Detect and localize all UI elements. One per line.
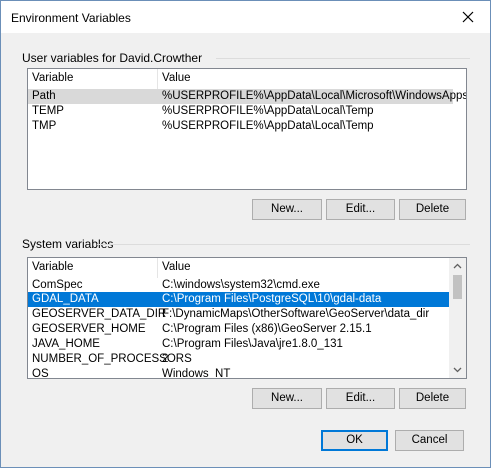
variable-cell: OS xyxy=(32,368,49,379)
close-icon[interactable] xyxy=(458,7,478,27)
table-row[interactable]: GEOSERVER_HOME C:\Program Files (x86)\Ge… xyxy=(28,322,449,337)
column-header-value[interactable]: Value xyxy=(162,72,191,84)
column-separator[interactable] xyxy=(157,258,158,278)
value-cell: Windows_NT xyxy=(162,368,231,379)
variable-cell: TEMP xyxy=(32,105,64,117)
table-row[interactable]: TEMP %USERPROFILE%\AppData\Local\Temp xyxy=(28,104,453,119)
environment-variables-dialog: Environment Variables User variables for… xyxy=(0,0,491,468)
scroll-up-arrow-icon[interactable] xyxy=(449,258,466,275)
value-cell: %USERPROFILE%\AppData\Local\Temp xyxy=(162,105,374,117)
list-header: Variable Value xyxy=(28,258,466,278)
user-delete-button[interactable]: Delete xyxy=(399,199,466,220)
system-variables-list[interactable]: Variable Value ComSpec C:\windows\system… xyxy=(27,257,467,379)
user-variables-label: User variables for David.Crowther xyxy=(22,51,203,65)
variable-cell: TMP xyxy=(32,120,57,132)
cancel-button[interactable]: Cancel xyxy=(395,430,464,451)
variable-cell: Path xyxy=(32,90,56,102)
variable-cell: GDAL_DATA xyxy=(32,293,99,305)
user-edit-button[interactable]: Edit... xyxy=(326,199,395,220)
column-header-value[interactable]: Value xyxy=(162,261,191,273)
table-row[interactable]: OS Windows_NT xyxy=(28,367,449,379)
system-delete-button[interactable]: Delete xyxy=(399,388,466,409)
list-header: Variable Value xyxy=(28,69,466,89)
system-edit-button[interactable]: Edit... xyxy=(326,388,395,409)
value-cell: C:\Program Files\PostgreSQL\10\gdal-data xyxy=(162,293,382,305)
value-cell: C:\Program Files (x86)\GeoServer 2.15.1 xyxy=(162,323,372,335)
ok-button[interactable]: OK xyxy=(321,430,388,451)
table-row[interactable]: Path %USERPROFILE%\AppData\Local\Microso… xyxy=(28,89,466,104)
scroll-down-arrow-icon[interactable] xyxy=(449,361,466,378)
table-row[interactable]: TMP %USERPROFILE%\AppData\Local\Temp xyxy=(28,119,453,134)
value-cell: %USERPROFILE%\AppData\Local\Temp xyxy=(162,120,374,132)
user-variables-list[interactable]: Variable Value Path %USERPROFILE%\AppDat… xyxy=(27,68,467,190)
group-divider xyxy=(97,244,470,245)
variable-cell: GEOSERVER_HOME xyxy=(32,323,146,335)
table-row[interactable]: JAVA_HOME C:\Program Files\Java\jre1.8.0… xyxy=(28,337,449,352)
value-cell: 2 xyxy=(162,353,169,365)
vertical-scrollbar[interactable] xyxy=(449,258,466,378)
scroll-thumb[interactable] xyxy=(453,275,462,299)
table-row[interactable]: NUMBER_OF_PROCESSORS 2 xyxy=(28,352,449,367)
group-divider xyxy=(216,58,470,59)
system-new-button[interactable]: New... xyxy=(252,388,322,409)
table-row-selected[interactable]: GDAL_DATA C:\Program Files\PostgreSQL\10… xyxy=(28,292,449,307)
variable-cell: ComSpec xyxy=(32,279,83,291)
column-header-variable[interactable]: Variable xyxy=(32,72,73,84)
value-cell: C:\windows\system32\cmd.exe xyxy=(162,279,320,291)
table-row[interactable]: ComSpec C:\windows\system32\cmd.exe xyxy=(28,278,449,293)
user-new-button[interactable]: New... xyxy=(252,199,322,220)
variable-cell: JAVA_HOME xyxy=(32,338,100,350)
column-header-variable[interactable]: Variable xyxy=(32,261,73,273)
value-cell: %USERPROFILE%\AppData\Local\Microsoft\Wi… xyxy=(162,90,467,102)
value-cell: F:\DynamicMaps\OtherSoftware\GeoServer\d… xyxy=(162,308,430,320)
title-bar: Environment Variables xyxy=(1,1,490,33)
table-row[interactable]: GEOSERVER_DATA_DIR F:\DynamicMaps\OtherS… xyxy=(28,307,449,322)
window-title: Environment Variables xyxy=(11,11,131,25)
variable-cell: GEOSERVER_DATA_DIR xyxy=(32,308,167,320)
column-separator[interactable] xyxy=(157,69,158,89)
value-cell: C:\Program Files\Java\jre1.8.0_131 xyxy=(162,338,343,350)
